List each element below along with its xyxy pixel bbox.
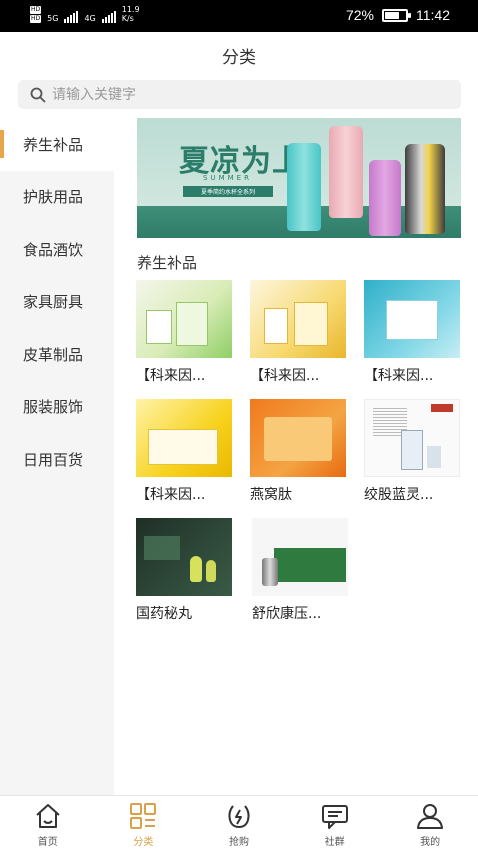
product-name: 【科来因...	[136, 368, 206, 384]
tab-category[interactable]: 分类	[96, 796, 192, 850]
sidebar-item-daily-goods[interactable]: 日用百货	[0, 433, 114, 486]
bottle-image	[405, 144, 445, 234]
hd-badge: HD	[30, 6, 42, 14]
product-name: 绞股蓝灵...	[364, 487, 434, 503]
bottle-image	[369, 160, 401, 236]
battery-percent: 72%	[345, 7, 374, 23]
sidebar-item-label: 日用百货	[23, 450, 84, 469]
hd-badge: HD	[30, 15, 42, 23]
banner-tag: 夏季简约水杯全系列	[183, 186, 273, 197]
signal-icon	[101, 11, 116, 23]
tab-community[interactable]: 社群	[287, 796, 383, 850]
product-image	[136, 518, 232, 596]
network-type-label: 4G	[84, 14, 96, 23]
bottom-tab-bar: 首页 分类 抢购 社群 我的	[0, 795, 478, 850]
signal-icon	[64, 11, 79, 23]
product-card[interactable]: 【科来因...	[136, 280, 236, 385]
hd-badges: HD HD	[30, 6, 42, 23]
bottle-image	[287, 143, 321, 231]
tab-label: 抢购	[228, 837, 249, 848]
sidebar-item-health-supplements[interactable]: 养生补品	[0, 118, 114, 171]
product-name: 【科来因...	[364, 368, 434, 384]
product-image	[364, 280, 460, 358]
sidebar-item-label: 食品酒饮	[23, 240, 84, 259]
category-content: 夏凉为上 SUMMER 夏季简约水杯全系列 养生补品 【科来因... 【科来因.…	[114, 118, 478, 795]
tab-label: 我的	[420, 837, 441, 848]
product-image	[250, 399, 346, 477]
network-speed: 11.9 K/s	[122, 5, 140, 23]
network-type-label: 5G	[47, 14, 59, 23]
section-title: 养生补品	[137, 254, 198, 272]
product-name: 【科来因...	[250, 368, 320, 384]
sidebar-item-label: 养生补品	[23, 135, 84, 154]
battery-icon	[382, 8, 411, 22]
banner-subtitle: SUMMER	[203, 174, 252, 182]
search-icon	[30, 87, 46, 102]
product-card[interactable]: 【科来因...	[250, 280, 350, 385]
bottle-image	[329, 126, 363, 218]
sidebar-item-label: 家具厨具	[23, 293, 84, 312]
promo-banner[interactable]: 夏凉为上 SUMMER 夏季简约水杯全系列	[137, 118, 461, 238]
tab-profile[interactable]: 我的	[382, 796, 478, 850]
category-sidebar: 养生补品 护肤用品 食品酒饮 家具厨具 皮革制品 服装服饰 日用百货	[0, 118, 114, 795]
sidebar-item-label: 服装服饰	[23, 398, 84, 417]
status-bar: HD HD 5G 4G 11.9 K/s 72% 11:42	[0, 0, 478, 32]
product-card[interactable]: 【科来因...	[364, 280, 464, 385]
speed-value: 11.9	[121, 5, 140, 14]
home-icon	[36, 804, 60, 828]
sidebar-item-home-kitchen[interactable]: 家具厨具	[0, 276, 114, 329]
tab-label: 分类	[133, 837, 154, 848]
product-card[interactable]: 燕窝肽	[250, 399, 350, 504]
product-image	[136, 399, 232, 477]
battery-fill	[385, 11, 400, 19]
tab-label: 社群	[324, 837, 345, 848]
tab-flash-sale[interactable]: 抢购	[191, 796, 287, 850]
product-image	[250, 280, 346, 358]
product-image	[364, 399, 460, 477]
product-name: 【科来因...	[136, 487, 206, 503]
flash-sale-icon	[228, 805, 250, 829]
product-name: 燕窝肽	[250, 487, 292, 503]
sidebar-item-leather-goods[interactable]: 皮革制品	[0, 328, 114, 381]
sidebar-item-label: 皮革制品	[23, 345, 84, 364]
product-card[interactable]: 【科来因...	[136, 399, 236, 504]
product-image	[136, 280, 232, 358]
sidebar-item-label: 护肤用品	[23, 188, 84, 207]
user-icon	[417, 804, 444, 829]
sidebar-item-skincare[interactable]: 护肤用品	[0, 171, 114, 224]
category-grid-icon	[130, 803, 157, 829]
tab-home[interactable]: 首页	[0, 796, 96, 850]
speed-unit: K/s	[121, 14, 134, 23]
page-title: 分类	[222, 47, 256, 68]
status-right: 72% 11:42	[346, 7, 450, 23]
status-left: HD HD 5G 4G 11.9 K/s	[30, 5, 140, 23]
product-card[interactable]: 舒欣康压...	[252, 518, 352, 623]
product-card[interactable]: 绞股蓝灵...	[364, 399, 464, 504]
search-bar[interactable]	[18, 80, 461, 109]
sidebar-item-food-drinks[interactable]: 食品酒饮	[0, 223, 114, 276]
product-name: 国药秘丸	[136, 606, 192, 622]
product-name: 舒欣康压...	[252, 606, 322, 622]
search-input[interactable]	[52, 86, 432, 103]
clock: 11:42	[416, 7, 450, 23]
chat-icon	[321, 805, 348, 829]
product-card[interactable]: 国药秘丸	[136, 518, 236, 623]
tab-label: 首页	[37, 837, 58, 848]
sidebar-item-apparel[interactable]: 服装服饰	[0, 381, 114, 434]
product-image	[252, 518, 348, 596]
